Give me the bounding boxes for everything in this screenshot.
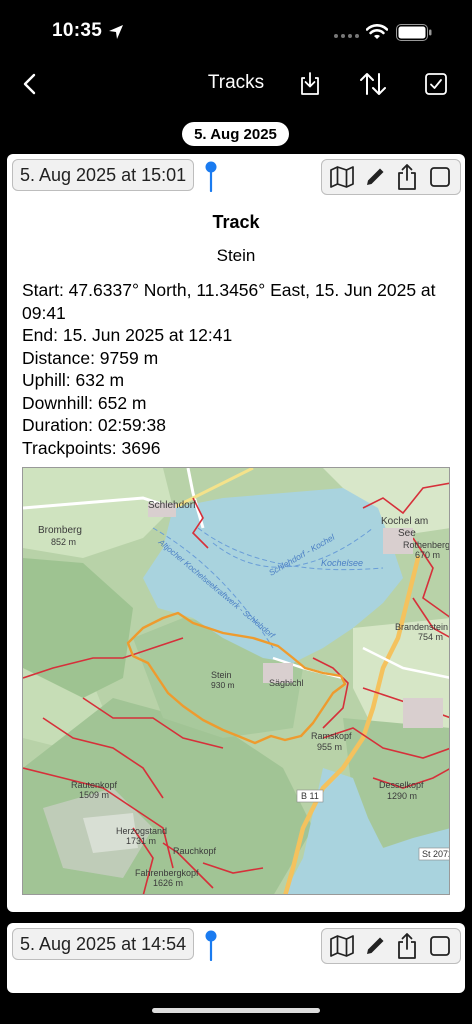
map-icon — [330, 166, 355, 188]
map-label-schlehdorf: Schlehdorf — [148, 500, 196, 511]
track-toolbar — [321, 159, 461, 195]
track-trackpoints: Trackpoints: 3696 — [22, 437, 161, 458]
status-bar: 10:35 — [0, 0, 472, 56]
map-label-stein-height: 930 m — [211, 680, 235, 690]
status-time: 10:35 — [52, 20, 103, 41]
track-card: 5. Aug 2025 at 14:54 — [7, 923, 465, 993]
map-label-kochelsee: Kochelsee — [321, 558, 363, 568]
map-label-rauchkopf: Rauchkopf — [173, 846, 217, 856]
tray-arrow-down-icon — [301, 72, 319, 95]
map-label-b11: B 11 — [301, 791, 319, 801]
map-canvas: Schlehdorf Kochel am See Bromberg 852 m … — [23, 468, 450, 894]
map-label-see: See — [398, 528, 416, 539]
select-button[interactable] — [420, 68, 452, 100]
navigation-bar: Tracks — [0, 62, 472, 106]
map-label-fahrenbergkopf-height: 1626 m — [153, 878, 183, 888]
track-map[interactable]: Schlehdorf Kochel am See Bromberg 852 m … — [22, 467, 450, 895]
map-label-brandenstein: Brandenstein — [395, 622, 448, 632]
track-uphill: Uphill: 632 m — [22, 370, 125, 390]
track-start: Start: 47.6337° North, 11.3456° East, 15… — [22, 280, 436, 323]
show-map-button[interactable] — [328, 163, 356, 191]
sort-arrows-icon — [360, 73, 386, 95]
map-label-rautenkopf: Rautenkopf — [71, 780, 118, 790]
edit-button[interactable] — [361, 932, 389, 960]
track-details: Start: 47.6337° North, 11.3456° East, 15… — [22, 279, 454, 459]
checkbox-icon — [425, 73, 447, 95]
pencil-icon — [366, 168, 384, 185]
back-button[interactable] — [14, 68, 46, 100]
map-label-rautenkopf-height: 1509 m — [79, 790, 109, 800]
map-label-st2072: St 2072 — [422, 849, 450, 859]
edit-button[interactable] — [361, 163, 389, 191]
empty-checkbox-icon — [429, 167, 450, 187]
import-button[interactable] — [294, 68, 326, 100]
map-label-bromberg-height: 852 m — [51, 537, 76, 547]
track-date-button[interactable]: 5. Aug 2025 at 15:01 — [12, 159, 195, 191]
page-title: Tracks — [207, 72, 265, 93]
select-checkbox[interactable] — [426, 163, 454, 191]
map-label-desselkopf-height: 1290 m — [387, 791, 417, 801]
track-end: End: 15. Jun 2025 at 12:41 — [22, 325, 233, 345]
home-indicator[interactable] — [152, 1008, 320, 1013]
track-toolbar — [321, 928, 461, 964]
track-downhill: Downhill: 652 m — [22, 392, 147, 413]
map-label-rothenberg-height: 670 m — [415, 550, 440, 560]
map-label-desselkopf: Desselkopf — [379, 780, 424, 790]
map-label-fahrenbergkopf: Fahrenbergkopf — [135, 868, 199, 878]
sort-button[interactable] — [357, 68, 389, 100]
empty-checkbox-icon — [429, 936, 450, 956]
track-title: Track — [212, 212, 260, 232]
track-name: Stein — [216, 246, 256, 265]
chevron-left-icon — [23, 73, 36, 95]
map-label-kochel: Kochel am — [381, 516, 428, 527]
track-card: 5. Aug 2025 at 15:01 Track Stein Start: … — [7, 154, 465, 912]
map-label-sagbichl: Sägbichl — [269, 678, 304, 688]
map-label-stein: Stein — [211, 670, 232, 680]
track-distance: Distance: 9759 m — [22, 347, 159, 368]
select-checkbox[interactable] — [426, 932, 454, 960]
share-icon — [398, 164, 417, 190]
map-label-bromberg: Bromberg — [38, 525, 82, 536]
map-label-ramskopf-height: 955 m — [317, 742, 342, 752]
map-label-brandenstein-height: 754 m — [418, 632, 443, 642]
share-button[interactable] — [393, 163, 421, 191]
map-label-herzogstand: Herzogstand — [116, 826, 167, 836]
track-duration: Duration: 02:59:38 — [22, 415, 166, 435]
battery-icon — [396, 24, 432, 41]
share-button[interactable] — [393, 932, 421, 960]
section-date-header: 5. Aug 2025 — [182, 122, 289, 146]
location-arrow-icon — [109, 25, 123, 39]
map-label-ramskopf: Ramskopf — [311, 731, 352, 741]
map-label-rothenberg: Rothenberg — [403, 540, 450, 550]
map-pin-icon — [205, 161, 217, 192]
wifi-icon — [366, 24, 388, 39]
share-icon — [398, 933, 417, 959]
map-pin-icon — [205, 930, 217, 961]
track-date-button[interactable]: 5. Aug 2025 at 14:54 — [12, 928, 195, 960]
pencil-icon — [366, 937, 384, 954]
map-icon — [330, 935, 355, 957]
cellular-signal-icon — [334, 34, 359, 38]
map-label-herzogstand-height: 1731 m — [126, 836, 156, 846]
show-map-button[interactable] — [328, 932, 356, 960]
